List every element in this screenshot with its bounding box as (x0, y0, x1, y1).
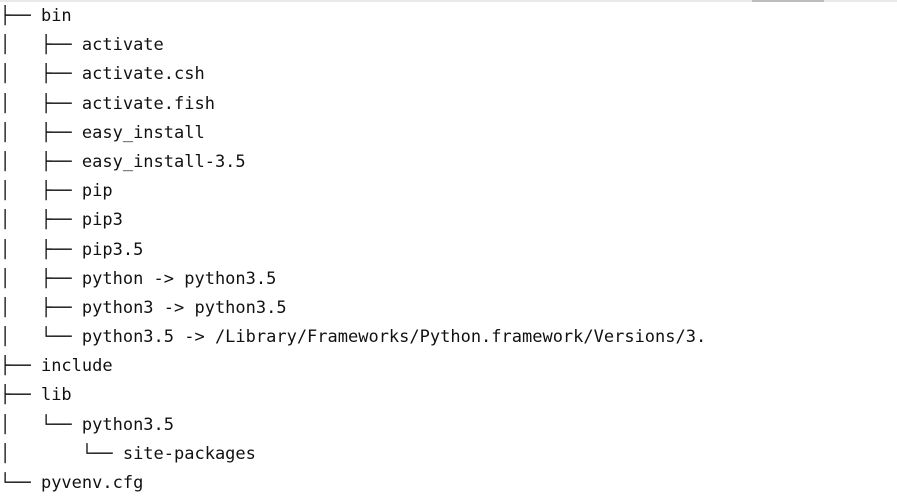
tree-entry-name: site-packages (122, 443, 256, 464)
tree-line-pyvenv-cfg: └── pyvenv.cfg (0, 469, 706, 498)
tree-line-pip3-5: │ ├── pip3.5 (0, 236, 706, 265)
tree-branch: │ ├── (0, 297, 82, 318)
tree-branch: │ ├── (0, 268, 82, 289)
tree-line-pip3: │ ├── pip3 (0, 206, 706, 235)
tree-entry-name: activate.csh (81, 64, 205, 85)
tree-entry-name: pip (81, 181, 113, 202)
tree-branch: │ ├── (0, 210, 82, 231)
tree-entry-name: lib (40, 385, 72, 406)
tree-line-pip: │ ├── pip (0, 177, 706, 206)
tab-edge-hint (752, 0, 824, 2)
tree-branch: │ ├── (0, 122, 82, 143)
tree-branch: ├── (0, 385, 41, 406)
tree-branch: └── (0, 473, 41, 493)
tree-branch: │ └── (0, 327, 82, 348)
tree-branch: │ └── (0, 443, 123, 464)
tree-entry-name: python3.5 (81, 414, 175, 435)
tree-branch: │ └── (0, 414, 82, 435)
tree-entry-name: activate (81, 35, 164, 56)
tree-line-python3-5-symlink: │ └── python3.5 -> /Library/Frameworks/P… (0, 323, 706, 352)
tree-entry-name: python -> python3.5 (81, 268, 277, 289)
tree-line-lib: ├── lib (0, 381, 706, 410)
tree-branch: │ ├── (0, 93, 82, 114)
tree-entry-name: easy_install-3.5 (81, 151, 246, 172)
tree-line-python3-symlink: │ ├── python3 -> python3.5 (0, 294, 706, 323)
tree-entry-name: easy_install (81, 122, 205, 143)
tree-branch: │ ├── (0, 151, 82, 172)
tree-entry-name: pip3.5 (81, 239, 144, 260)
tree-branch: │ ├── (0, 181, 82, 202)
tree-line-site-packages: │ └── site-packages (0, 440, 706, 469)
tree-entry-name: activate.fish (81, 93, 215, 114)
tree-line-easy-install-3-5: │ ├── easy_install-3.5 (0, 148, 706, 177)
tree-branch: │ ├── (0, 35, 82, 56)
tree-line-easy-install: │ ├── easy_install (0, 119, 706, 148)
directory-tree: ├── bin │ ├── activate │ ├── activate.cs… (0, 2, 706, 498)
tree-branch: │ ├── (0, 239, 82, 260)
tree-line-activate-csh: │ ├── activate.csh (0, 60, 706, 89)
tree-entry-name: python3 -> python3.5 (81, 297, 287, 318)
tree-line-activate: │ ├── activate (0, 31, 706, 60)
tree-branch: ├── (0, 356, 41, 377)
tree-line-python-symlink: │ ├── python -> python3.5 (0, 265, 706, 294)
tree-line-include: ├── include (0, 352, 706, 381)
tree-branch: │ ├── (0, 64, 82, 85)
tree-branch: ├── (0, 6, 41, 26)
tree-entry-name: pyvenv.cfg (40, 473, 144, 493)
tree-entry-name: bin (40, 6, 72, 26)
tree-entry-name: pip3 (81, 210, 123, 231)
tree-line-lib-python3-5: │ └── python3.5 (0, 411, 706, 440)
tree-line-activate-fish: │ ├── activate.fish (0, 90, 706, 119)
tree-entry-name: python3.5 -> /Library/Frameworks/Python.… (81, 327, 707, 348)
tree-line-bin: ├── bin (0, 2, 706, 31)
tree-entry-name: include (40, 356, 113, 377)
